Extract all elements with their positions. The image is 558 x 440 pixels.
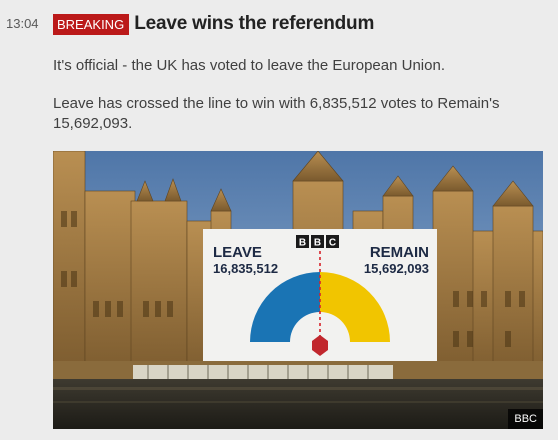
bbc-board-logo: B B C <box>296 235 339 249</box>
entry-headline: BREAKING Leave wins the referendum <box>53 13 374 35</box>
svg-text:B: B <box>299 238 306 249</box>
remain-votes: 15,692,093 <box>364 261 429 276</box>
parliament-results-photo[interactable]: B B C LEAVE 16,835,512 REMAIN 15,692,093… <box>53 151 543 429</box>
remain-label: REMAIN <box>370 244 429 261</box>
svg-text:C: C <box>329 238 336 249</box>
breaking-badge: BREAKING <box>53 13 130 35</box>
image-credit: BBC <box>508 409 543 429</box>
leave-votes: 16,835,512 <box>213 261 278 276</box>
svg-text:B: B <box>314 238 321 249</box>
entry-paragraph-2: Leave has crossed the line to win with 6… <box>53 95 500 132</box>
leave-label: LEAVE <box>213 244 262 261</box>
entry-paragraph-1: It's official - the UK has voted to leav… <box>53 57 445 74</box>
entry-timestamp: 13:04 <box>6 16 39 31</box>
entry-title: Leave wins the referendum <box>134 13 375 34</box>
